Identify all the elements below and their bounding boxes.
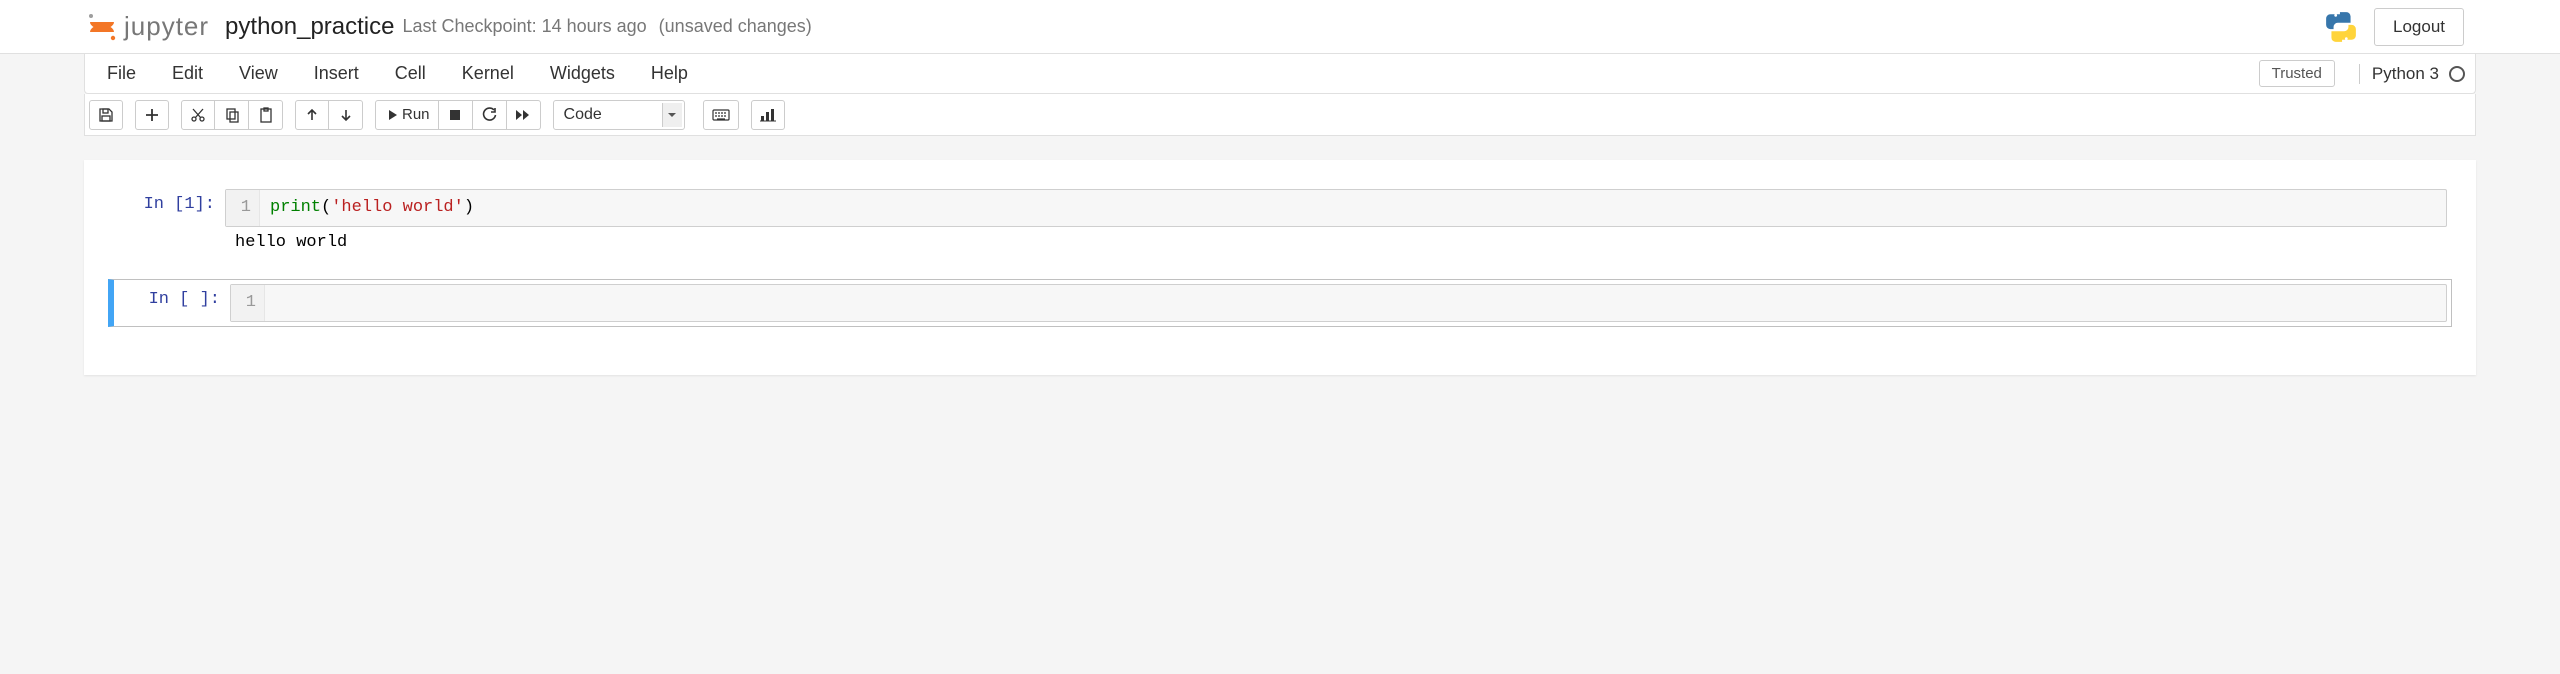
kernel-idle-icon	[2449, 66, 2465, 82]
notebook-title[interactable]: python_practice	[225, 13, 394, 41]
copy-icon	[224, 107, 240, 123]
menu-widgets[interactable]: Widgets	[532, 55, 633, 92]
cell-type-select[interactable]: Code	[553, 100, 685, 130]
code-cell[interactable]: In [1]: 1 print('hello world') . hello w…	[108, 184, 2452, 263]
interrupt-button[interactable]	[439, 100, 473, 130]
menu-file[interactable]: File	[89, 55, 154, 92]
paste-icon	[258, 107, 274, 123]
toolbar: Run Code	[84, 94, 2476, 136]
plus-icon	[145, 108, 159, 122]
stop-icon	[449, 109, 461, 121]
chevron-down-icon	[662, 103, 682, 127]
menu-cell[interactable]: Cell	[377, 55, 444, 92]
run-icon	[384, 108, 398, 122]
kernel-name: Python 3	[2372, 64, 2439, 84]
restart-icon	[482, 107, 497, 122]
cell-type-value: Code	[564, 106, 602, 124]
unsaved-changes-text: (unsaved changes)	[659, 16, 812, 37]
insert-cell-below-button[interactable]	[135, 100, 169, 130]
fast-forward-icon	[515, 108, 531, 122]
run-label: Run	[402, 106, 430, 123]
checkpoint-text: Last Checkpoint: 14 hours ago	[403, 16, 647, 37]
menu-insert[interactable]: Insert	[296, 55, 377, 92]
trusted-indicator[interactable]: Trusted	[2259, 60, 2335, 87]
cell-output: hello world	[225, 227, 2447, 258]
run-button[interactable]: Run	[375, 100, 439, 130]
line-number: 1	[226, 190, 260, 226]
menubar: File Edit View Insert Cell Kernel Widget…	[84, 54, 2476, 94]
notebook-container: In [1]: 1 print('hello world') . hello w…	[84, 160, 2476, 375]
code-text[interactable]: print('hello world')	[260, 190, 2446, 226]
menu-edit[interactable]: Edit	[154, 55, 221, 92]
move-down-button[interactable]	[329, 100, 363, 130]
cut-button[interactable]	[181, 100, 215, 130]
jupyter-logo-text: jupyter	[124, 11, 209, 42]
logout-button[interactable]: Logout	[2374, 8, 2464, 46]
arrow-down-icon	[339, 108, 353, 122]
menu-help[interactable]: Help	[633, 55, 706, 92]
scissors-icon	[190, 107, 206, 123]
bar-chart-icon	[760, 108, 776, 122]
code-input[interactable]: 1	[230, 284, 2447, 322]
code-input[interactable]: 1 print('hello world')	[225, 189, 2447, 227]
command-palette-button[interactable]	[703, 100, 739, 130]
code-text[interactable]	[265, 285, 2446, 321]
paste-button[interactable]	[249, 100, 283, 130]
input-prompt: In [1]:	[113, 189, 225, 227]
move-up-button[interactable]	[295, 100, 329, 130]
save-icon	[98, 107, 114, 123]
header-bar: jupyter python_practice Last Checkpoint:…	[0, 0, 2560, 54]
code-cell[interactable]: In [ ]: 1	[108, 279, 2452, 327]
copy-button[interactable]	[215, 100, 249, 130]
line-number: 1	[231, 285, 265, 321]
arrow-up-icon	[305, 108, 319, 122]
jupyter-logo[interactable]: jupyter	[86, 11, 209, 43]
kernel-indicator[interactable]: Python 3	[2359, 64, 2465, 84]
keyboard-icon	[712, 108, 730, 122]
input-prompt: In [ ]:	[118, 284, 230, 322]
python-icon	[2324, 10, 2358, 44]
save-button[interactable]	[89, 100, 123, 130]
restart-run-all-button[interactable]	[507, 100, 541, 130]
jupyter-logo-icon	[86, 11, 118, 43]
menu-kernel[interactable]: Kernel	[444, 55, 532, 92]
menu-view[interactable]: View	[221, 55, 296, 92]
cell-toolbar-button[interactable]	[751, 100, 785, 130]
output-prompt-spacer: .	[113, 227, 225, 258]
restart-button[interactable]	[473, 100, 507, 130]
